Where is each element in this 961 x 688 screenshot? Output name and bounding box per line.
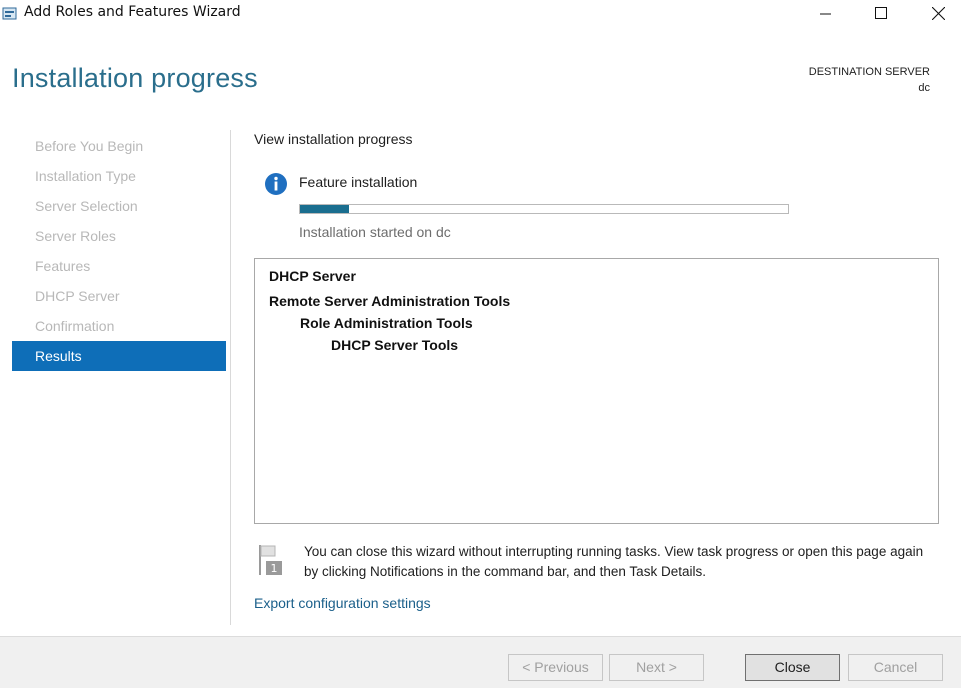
nav-divider [230, 130, 231, 625]
svg-text:1: 1 [271, 562, 278, 575]
destination-server-label: DESTINATION SERVER [808, 66, 930, 78]
status-title: Feature installation [299, 174, 418, 190]
window-close-button[interactable] [915, 0, 961, 26]
previous-button[interactable]: < Previous [508, 654, 603, 681]
destination-server-value: dc [918, 82, 930, 94]
destination-server: DESTINATION SERVER dc [809, 64, 930, 96]
page-title: Installation progress [12, 63, 258, 93]
status-message: Installation started on dc [299, 224, 451, 240]
progress-bar-fill [300, 205, 349, 213]
nav-item-server-selection: Server Selection [35, 198, 138, 214]
server-manager-icon [2, 6, 18, 20]
window-title: Add Roles and Features Wizard [24, 4, 241, 20]
maximize-icon [875, 7, 887, 19]
nav-item-before-you-begin: Before You Begin [35, 138, 144, 154]
info-icon [264, 172, 288, 196]
nav-item-installation-type: Installation Type [35, 168, 136, 184]
results-list: DHCP Server Remote Server Administration… [254, 258, 939, 524]
title-bar: Add Roles and Features Wizard [0, 0, 961, 34]
content-heading: View installation progress [254, 131, 413, 147]
cancel-button[interactable]: Cancel [848, 654, 943, 681]
next-button[interactable]: Next > [609, 654, 704, 681]
nav-item-results[interactable]: Results [12, 341, 226, 371]
result-item: Role Administration Tools [300, 315, 473, 331]
maximize-button[interactable] [858, 0, 904, 26]
result-item: Remote Server Administration Tools [269, 293, 511, 309]
nav-item-dhcp-server: DHCP Server [35, 288, 120, 304]
wizard-footer: < Previous Next > Close Cancel [0, 636, 961, 688]
close-icon [931, 6, 945, 20]
nav-item-features: Features [35, 258, 91, 274]
result-item: DHCP Server [269, 268, 356, 284]
close-button[interactable]: Close [745, 654, 840, 681]
notification-flag-icon: 1 [258, 543, 288, 577]
installation-progress-bar [299, 204, 789, 214]
minimize-icon [820, 7, 832, 19]
nav-item-server-roles: Server Roles [35, 228, 116, 244]
notice-text: You can close this wizard without interr… [304, 544, 924, 579]
result-item: DHCP Server Tools [331, 337, 459, 353]
minimize-button[interactable] [803, 0, 849, 26]
nav-item-confirmation: Confirmation [35, 318, 115, 334]
wizard-steps-nav: Before You Begin Installation Type Serve… [12, 131, 226, 371]
export-configuration-link[interactable]: Export configuration settings [254, 595, 431, 611]
